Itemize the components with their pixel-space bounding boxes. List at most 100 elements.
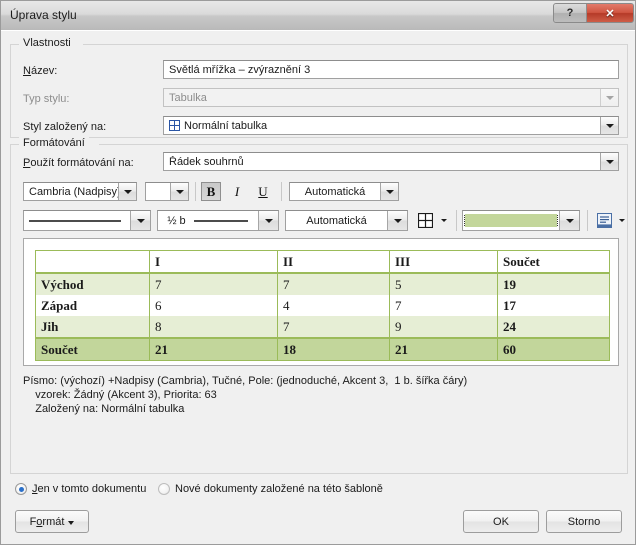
apply-to-label: Použít formátování na:	[23, 157, 134, 169]
toolbar-separator-2	[281, 182, 282, 201]
shading-color-swatch	[464, 214, 558, 227]
preview-cell: 5	[389, 273, 498, 295]
font-name-dropdown-arrow[interactable]	[118, 183, 136, 200]
border-color-value: Automatická	[306, 214, 367, 227]
table-grid-icon	[169, 120, 180, 131]
toolbar-separator-3	[456, 210, 457, 231]
style-description-line-2: vzorek: Žádný (Akcent 3), Priorita: 63	[23, 389, 217, 401]
style-preview-pane: I II III Součet Východ 7 7 5 19 Západ 6 …	[23, 238, 619, 366]
formatting-group-legend: Formátování	[19, 137, 89, 149]
preview-row-label: Východ	[35, 273, 150, 295]
preview-cell: 7	[389, 295, 498, 316]
italic-button[interactable]: I	[227, 182, 247, 201]
apply-to-dropdown-arrow[interactable]	[600, 153, 618, 170]
window-buttons: ? ✕	[553, 3, 634, 23]
preview-col-header: III	[389, 250, 498, 274]
edit-style-dialog: Úprava stylu ? ✕ Vlastnosti Název: Světl…	[0, 0, 636, 545]
font-name-value: Cambria (Nadpisy)	[29, 185, 118, 198]
close-button[interactable]: ✕	[587, 4, 633, 22]
borders-dropdown-arrow[interactable]	[437, 210, 451, 231]
format-button[interactable]: Formát	[15, 510, 89, 533]
font-size-combo[interactable]	[145, 182, 189, 201]
font-color-value: Automatická	[304, 185, 366, 198]
preview-col-header	[35, 250, 150, 274]
dialog-title: Úprava stylu	[10, 8, 77, 22]
radio-this-document-indicator[interactable]	[15, 483, 27, 495]
format-button-label-rest: rmát	[42, 515, 65, 528]
properties-group-legend: Vlastnosti	[19, 37, 75, 49]
preview-table: I II III Součet Východ 7 7 5 19 Západ 6 …	[35, 250, 610, 361]
preview-row-label: Západ	[35, 295, 150, 316]
border-width-line-icon	[193, 219, 249, 223]
italic-button-label: I	[234, 183, 240, 199]
radio-this-document[interactable]: Jen v tomto dokumentu	[15, 483, 146, 495]
paragraph-lines-icon	[596, 213, 612, 228]
border-color-combo[interactable]: Automatická	[285, 210, 408, 231]
dialog-content: Vlastnosti Název: Světlá mřížka – zvýraz…	[1, 30, 635, 544]
ok-button[interactable]: OK	[463, 510, 539, 533]
style-type-value: Tabulka	[169, 91, 207, 104]
cancel-button[interactable]: Storno	[546, 510, 622, 533]
underline-button-label: U	[258, 183, 268, 199]
border-width-dropdown-arrow[interactable]	[258, 211, 278, 230]
help-button[interactable]: ?	[554, 4, 587, 22]
border-style-line-icon	[27, 219, 123, 223]
preview-table-row: Východ 7 7 5 19	[35, 273, 610, 295]
borders-button[interactable]	[415, 210, 436, 231]
borders-grid-icon	[418, 213, 433, 228]
preview-cell: 7	[149, 273, 278, 295]
font-name-combo[interactable]: Cambria (Nadpisy)	[23, 182, 137, 201]
apply-to-combo[interactable]: Řádek souhrnů	[163, 152, 619, 171]
font-color-dropdown-arrow[interactable]	[380, 183, 398, 200]
border-style-dropdown-arrow[interactable]	[130, 211, 150, 230]
bold-button[interactable]: B	[201, 182, 221, 201]
based-on-label: Styl založený na:	[23, 121, 107, 133]
chevron-down-icon	[68, 520, 75, 525]
based-on-dropdown-arrow[interactable]	[600, 117, 618, 134]
shading-color-combo[interactable]	[462, 210, 580, 231]
preview-row-label: Jih	[35, 316, 150, 338]
name-label-rest: ázev:	[30, 65, 58, 77]
table-properties-dropdown-arrow[interactable]	[615, 210, 628, 231]
name-label: Název:	[23, 65, 58, 77]
shading-color-dropdown-arrow[interactable]	[559, 211, 579, 230]
preview-cell: 8	[149, 316, 278, 338]
style-description-line-1: Písmo: (výchozí) +Nadpisy (Cambria), Tuč…	[23, 375, 468, 387]
preview-table-header-row: I II III Součet	[35, 250, 610, 274]
border-width-value: ½ b	[167, 214, 186, 227]
radio-new-documents-indicator[interactable]	[158, 483, 170, 495]
preview-table-row: Západ 6 4 7 17	[35, 295, 610, 316]
preview-cell: 17	[497, 295, 610, 316]
style-type-combo: Tabulka	[163, 88, 619, 107]
preview-cell: 24	[497, 316, 610, 338]
preview-footer-cell: 18	[277, 337, 390, 361]
border-color-dropdown-arrow[interactable]	[387, 211, 407, 230]
preview-table-footer-row: Součet 21 18 21 60	[35, 337, 610, 361]
style-type-label: Typ stylu:	[23, 93, 70, 105]
bold-button-label: B	[206, 183, 216, 199]
underline-button[interactable]: U	[253, 182, 273, 201]
title-bar: Úprava stylu ? ✕	[1, 1, 635, 31]
preview-footer-cell: 21	[149, 337, 278, 361]
table-properties-button[interactable]	[594, 210, 614, 231]
border-style-combo[interactable]	[23, 210, 151, 231]
preview-footer-cell: 60	[497, 337, 610, 361]
name-input[interactable]: Světlá mřížka – zvýraznění 3	[163, 60, 619, 79]
radio-new-documents[interactable]: Nové dokumenty založené na této šabloně	[158, 483, 383, 495]
preview-cell: 6	[149, 295, 278, 316]
preview-cell: 7	[277, 316, 390, 338]
style-description-line-3: Založený na: Normální tabulka	[23, 403, 185, 415]
preview-table-row: Jih 8 7 9 24	[35, 316, 610, 338]
preview-cell: 9	[389, 316, 498, 338]
toolbar-separator-4	[587, 210, 588, 231]
apply-to-label-rest: oužít formátování na:	[30, 157, 134, 169]
style-type-dropdown-arrow	[600, 89, 618, 106]
radio-this-document-label: en v tomto dokumentu	[37, 483, 147, 495]
based-on-combo[interactable]: Normální tabulka	[163, 116, 619, 135]
preview-footer-label: Součet	[35, 337, 150, 361]
preview-col-header: I	[149, 250, 278, 274]
font-color-combo[interactable]: Automatická	[289, 182, 399, 201]
toolbar-separator-1	[195, 182, 196, 201]
font-size-dropdown-arrow[interactable]	[170, 183, 188, 200]
border-width-combo[interactable]: ½ b	[157, 210, 279, 231]
